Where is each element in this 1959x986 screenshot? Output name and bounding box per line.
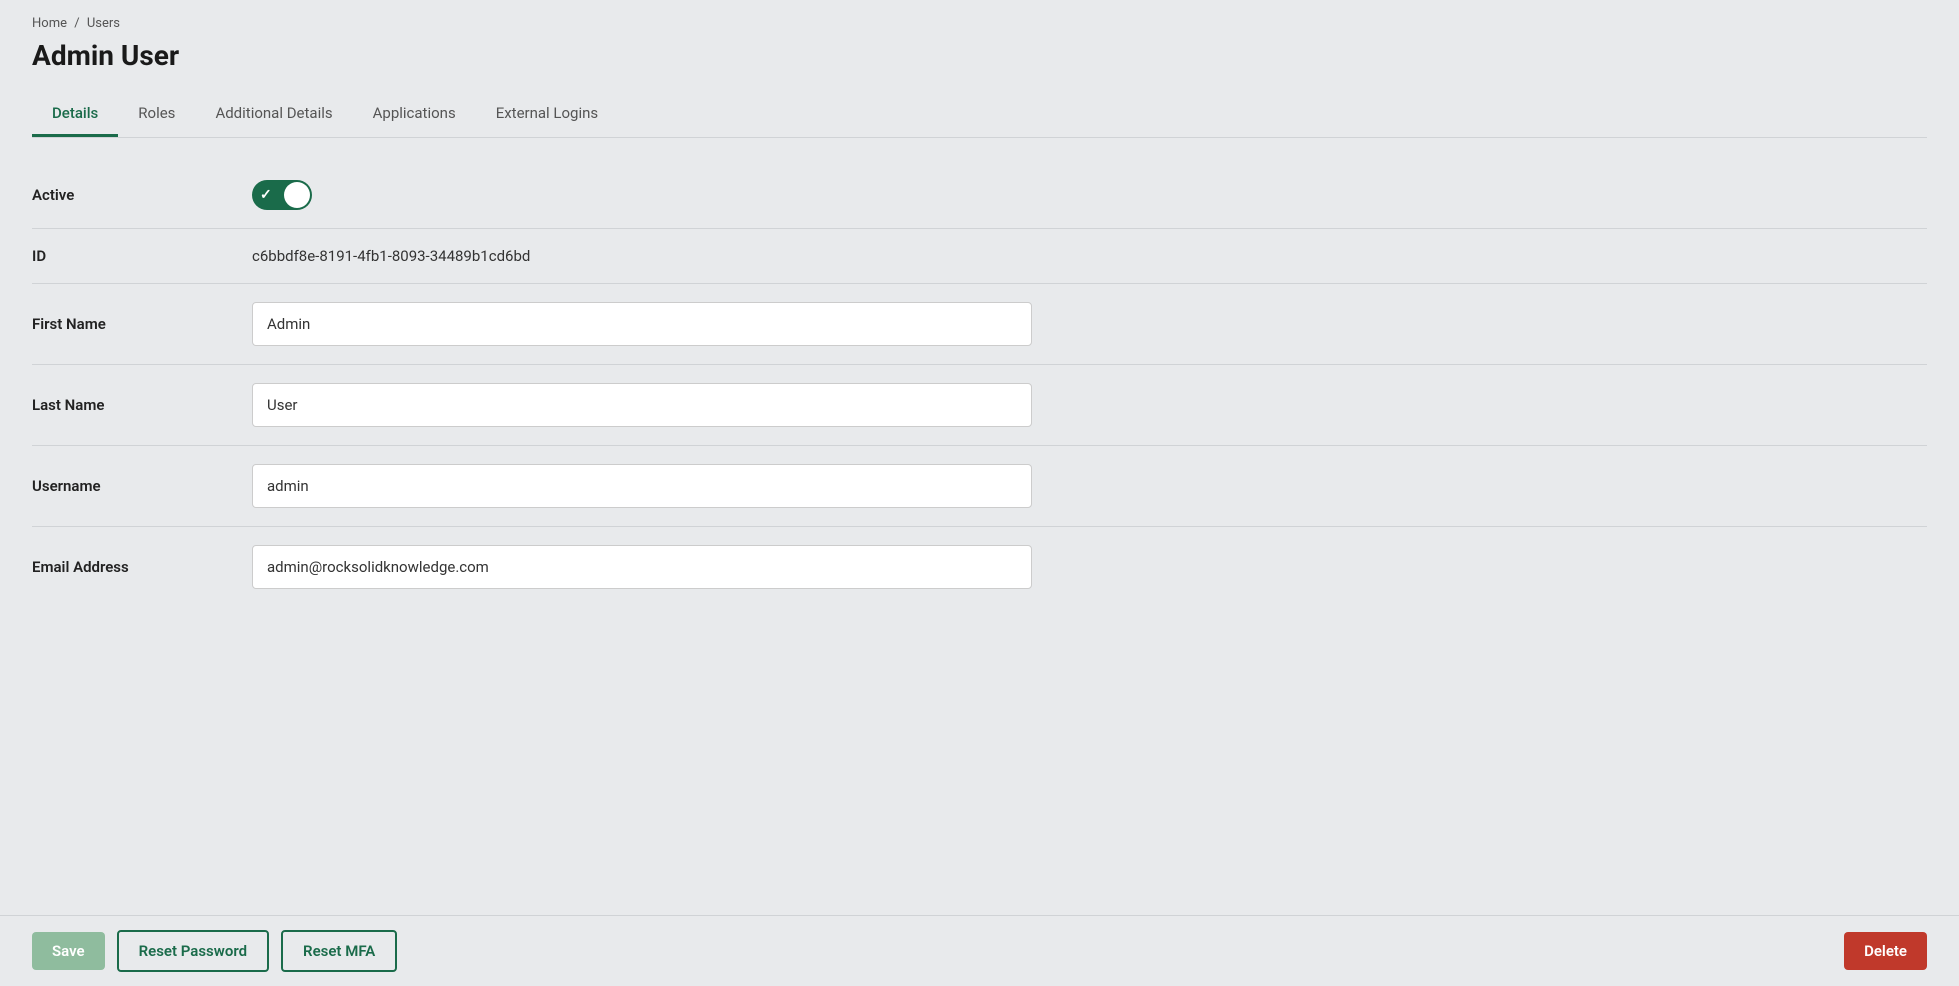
reset-mfa-button[interactable]: Reset MFA (281, 930, 397, 972)
tabs-container: Details Roles Additional Details Applica… (32, 92, 1927, 138)
tab-additional-details[interactable]: Additional Details (195, 92, 352, 137)
active-label: Active (32, 186, 252, 204)
breadcrumb-users[interactable]: Users (87, 16, 120, 31)
form-row-active: Active ✓ (32, 162, 1927, 229)
save-button[interactable]: Save (32, 932, 105, 970)
last-name-label: Last Name (32, 396, 252, 414)
form-row-username: Username (32, 446, 1927, 527)
toggle-knob (284, 182, 310, 208)
breadcrumb-separator: / (74, 16, 79, 31)
page-wrapper: Home / Users Admin User Details Roles Ad… (0, 0, 1959, 986)
tab-details[interactable]: Details (32, 92, 118, 137)
active-toggle-wrapper: ✓ (252, 180, 312, 210)
footer-bar: Save Reset Password Reset MFA Delete (0, 915, 1959, 986)
page-title: Admin User (32, 39, 1927, 72)
tab-external-logins[interactable]: External Logins (476, 92, 618, 137)
form-row-first-name: First Name (32, 284, 1927, 365)
last-name-input[interactable] (252, 383, 1032, 427)
delete-button[interactable]: Delete (1844, 932, 1927, 970)
form-row-email: Email Address (32, 527, 1927, 607)
form-row-id: ID c6bbdf8e-8191-4fb1-8093-34489b1cd6bd (32, 229, 1927, 284)
username-input[interactable] (252, 464, 1032, 508)
breadcrumb-home[interactable]: Home (32, 16, 67, 31)
reset-password-button[interactable]: Reset Password (117, 930, 269, 972)
active-toggle[interactable]: ✓ (252, 180, 312, 210)
tab-roles[interactable]: Roles (118, 92, 195, 137)
first-name-input[interactable] (252, 302, 1032, 346)
toggle-track: ✓ (252, 180, 312, 210)
id-label: ID (32, 247, 252, 265)
first-name-label: First Name (32, 315, 252, 333)
toggle-check-icon: ✓ (260, 187, 272, 203)
email-input[interactable] (252, 545, 1032, 589)
id-value: c6bbdf8e-8191-4fb1-8093-34489b1cd6bd (252, 247, 530, 265)
form-area: Active ✓ ID c6bbdf8e-8191-4fb1-8093-3448… (32, 138, 1927, 607)
tab-applications[interactable]: Applications (353, 92, 476, 137)
email-label: Email Address (32, 558, 252, 576)
form-row-last-name: Last Name (32, 365, 1927, 446)
username-label: Username (32, 477, 252, 495)
main-content: Home / Users Admin User Details Roles Ad… (0, 0, 1959, 986)
breadcrumb: Home / Users (32, 16, 1927, 31)
